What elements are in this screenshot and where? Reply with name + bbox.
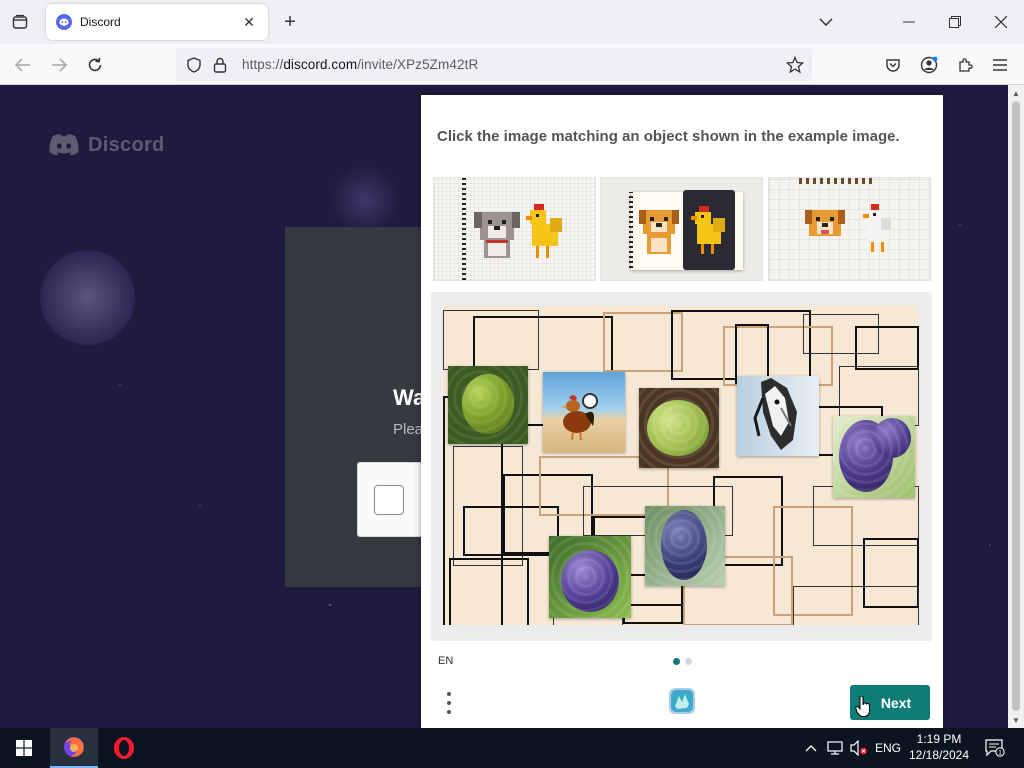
- example-image-1: [433, 177, 596, 281]
- challenge-progress-dot: [685, 658, 692, 665]
- close-tab-icon[interactable]: ✕: [240, 13, 258, 31]
- firefox-taskbar-icon[interactable]: [50, 728, 98, 768]
- lock-icon[interactable]: [210, 55, 230, 75]
- background-glow: [330, 165, 400, 235]
- input-language-indicator[interactable]: ENG: [874, 738, 902, 758]
- taskbar-clock[interactable]: 1:19 PM 12/18/2024: [906, 731, 972, 763]
- notification-count: 1: [998, 750, 1002, 757]
- photo-purple-grapes-1[interactable]: [833, 416, 915, 498]
- new-tab-icon[interactable]: +: [278, 10, 302, 34]
- notifications-icon[interactable]: 1: [984, 738, 1006, 758]
- scroll-up-arrow-icon[interactable]: ▲: [1008, 85, 1024, 101]
- show-hidden-icons-chevron-icon[interactable]: [802, 738, 820, 758]
- challenge-progress-dot-active: [673, 658, 680, 665]
- clock-time: 1:19 PM: [916, 732, 962, 746]
- pixel-dog-icon: [805, 210, 845, 236]
- tab-title: Discord: [80, 15, 121, 29]
- opera-taskbar-icon[interactable]: [100, 728, 148, 768]
- discord-favicon-icon: [56, 14, 72, 30]
- chevron-down-icon[interactable]: [814, 10, 838, 34]
- pocket-icon[interactable]: [880, 52, 906, 78]
- close-window-icon[interactable]: [978, 0, 1024, 44]
- page-scrollbar[interactable]: ▲ ▼: [1008, 85, 1024, 728]
- pixel-dog-icon: [639, 210, 679, 254]
- hcaptcha-checkbox[interactable]: [374, 485, 404, 515]
- discord-logo[interactable]: Discord: [48, 133, 165, 157]
- discord-clyde-icon: [49, 134, 79, 156]
- browser-tab-discord[interactable]: Discord ✕: [46, 4, 268, 40]
- browser-tab-bar: Discord ✕ +: [0, 0, 1024, 44]
- bookmark-star-icon[interactable]: [784, 54, 806, 76]
- more-options-kebab-icon[interactable]: [441, 689, 457, 717]
- restore-window-icon[interactable]: [932, 0, 978, 44]
- card-subtitle: Plea: [393, 421, 424, 438]
- photo-green-grapes-1[interactable]: [448, 366, 528, 444]
- pixel-chicken-icon: [863, 204, 891, 252]
- reload-icon[interactable]: [82, 52, 108, 78]
- hcaptcha-checkbox-widget: [357, 462, 427, 537]
- windows-start-icon[interactable]: [0, 728, 48, 768]
- address-bar[interactable]: https://discord.com/invite/XPz5Zm42tR: [176, 48, 812, 81]
- hand-cursor-icon: [855, 696, 870, 717]
- forward-arrow-icon[interactable]: [46, 52, 72, 78]
- url-text[interactable]: https://discord.com/invite/XPz5Zm42tR: [242, 57, 478, 72]
- photo-green-grapes-2[interactable]: [639, 388, 719, 468]
- language-selector[interactable]: EN: [438, 655, 453, 667]
- extensions-puzzle-icon[interactable]: [952, 52, 978, 78]
- back-arrow-icon[interactable]: [10, 52, 36, 78]
- list-all-tabs-icon[interactable]: [8, 10, 32, 34]
- account-icon[interactable]: [916, 52, 942, 78]
- photo-rooster-beach[interactable]: [543, 372, 625, 452]
- photo-purple-grapes-3[interactable]: [549, 536, 631, 618]
- network-icon[interactable]: [826, 738, 844, 758]
- volume-muted-icon[interactable]: [850, 738, 868, 758]
- scroll-down-arrow-icon[interactable]: ▼: [1008, 712, 1024, 728]
- windows-taskbar: ENG 1:19 PM 12/18/2024 1: [0, 728, 1024, 768]
- challenge-canvas-image[interactable]: [443, 306, 919, 625]
- pixel-dog-icon: [474, 212, 520, 258]
- challenge-canvas[interactable]: [431, 292, 932, 641]
- tracking-protection-shield-icon[interactable]: [184, 55, 204, 75]
- photo-purple-grapes-2[interactable]: [645, 506, 725, 586]
- example-image-2: [600, 177, 763, 281]
- pixel-chicken-icon: [691, 206, 725, 254]
- discord-logo-text: Discord: [88, 133, 165, 156]
- challenge-prompt: Click the image matching an object shown…: [437, 128, 900, 145]
- photo-horse[interactable]: [737, 376, 819, 456]
- clock-date: 12/18/2024: [908, 748, 970, 762]
- scroll-thumb[interactable]: [1012, 101, 1020, 711]
- example-image-3: [768, 177, 931, 281]
- background-planet: [40, 250, 135, 345]
- horse-icon: [753, 378, 797, 450]
- hamburger-menu-icon[interactable]: [987, 52, 1013, 78]
- browser-nav-bar: https://discord.com/invite/XPz5Zm42tR: [0, 44, 1024, 85]
- minimize-window-icon[interactable]: [886, 0, 932, 44]
- hcaptcha-challenge: Click the image matching an object shown…: [421, 95, 943, 728]
- pixel-chicken-icon: [526, 204, 562, 258]
- selection-marker-icon: [582, 393, 598, 409]
- hcaptcha-logo-icon[interactable]: [665, 684, 699, 718]
